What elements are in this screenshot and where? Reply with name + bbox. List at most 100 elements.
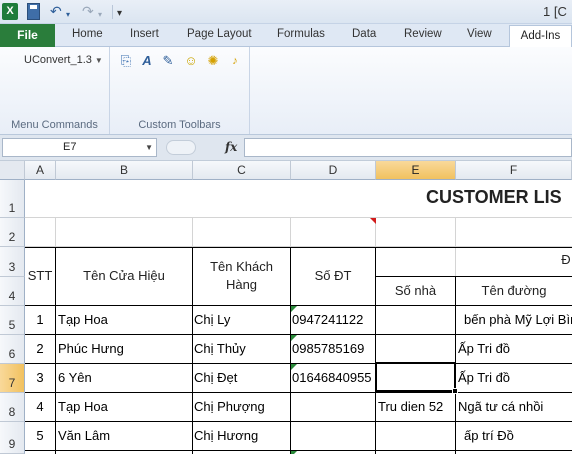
redo-icon[interactable]: ↷ xyxy=(82,2,94,20)
row-header-7[interactable]: 7 xyxy=(0,364,25,393)
cell-customer[interactable]: Chị Thủy xyxy=(194,341,289,356)
cell-street[interactable]: Ấp Tri đồ xyxy=(458,370,572,385)
cell-customer[interactable]: Chị Đẹt xyxy=(194,370,289,385)
cell-shop[interactable]: Phúc Hưng xyxy=(58,341,191,356)
edit-pen-icon[interactable]: ✎ xyxy=(160,53,176,69)
insert-function-icon[interactable]: fx xyxy=(225,140,237,154)
row-number: 1 xyxy=(8,201,16,215)
header-phone[interactable]: Số ĐT xyxy=(291,267,375,285)
cell-shop[interactable]: Văn Lâm xyxy=(58,428,191,443)
undo-icon[interactable]: ↶ xyxy=(50,2,62,20)
row-header-4[interactable]: 4 xyxy=(0,277,25,306)
error-indicator-icon[interactable] xyxy=(291,306,297,312)
excel-logo-icon[interactable]: X xyxy=(2,3,18,20)
tab-file[interactable]: File xyxy=(0,24,55,47)
header-shop-name[interactable]: Tên Cửa Hiệu xyxy=(56,267,192,285)
row-header-2[interactable]: 2 xyxy=(0,218,25,247)
undo-dropdown-icon[interactable]: ▾ xyxy=(66,6,70,24)
cell-phone[interactable]: 0985785169 xyxy=(292,341,375,356)
cell-shop[interactable]: 6 Yên xyxy=(58,370,191,385)
active-cell-selection[interactable] xyxy=(375,362,456,392)
row-header-3[interactable]: 3 xyxy=(0,247,25,277)
header-stt[interactable]: STT xyxy=(25,267,55,285)
cell-phone[interactable]: 0947241122 xyxy=(292,312,375,327)
column-header-a[interactable]: A xyxy=(25,161,56,180)
formula-input[interactable] xyxy=(244,138,572,157)
cell-shop[interactable]: Tạp Hoa xyxy=(58,312,191,327)
copy-format-icon[interactable]: ⎘ xyxy=(118,53,134,69)
lightbulb-icon[interactable]: ✺ xyxy=(205,53,221,69)
ribbon-tabs: File Home Insert Page Layout Formulas Da… xyxy=(0,24,572,48)
smiley-icon[interactable]: ☺ xyxy=(183,53,199,69)
cell-house-number[interactable]: Tru dien 52 xyxy=(378,399,454,414)
redo-dropdown-icon[interactable]: ▾ xyxy=(98,6,102,24)
cell-customer[interactable]: Chị Hương xyxy=(194,428,289,443)
row-header-1[interactable]: 1 xyxy=(0,180,25,218)
cell-stt[interactable]: 2 xyxy=(25,341,55,356)
tab-page-layout[interactable]: Page Layout xyxy=(187,28,252,40)
row-number: 5 xyxy=(8,318,16,332)
cell-stt[interactable]: 4 xyxy=(25,399,55,414)
table-border xyxy=(25,363,572,364)
tab-add-ins[interactable]: Add-Ins xyxy=(509,25,572,48)
row-header-9[interactable]: 9 xyxy=(0,422,25,454)
cell-stt[interactable]: 3 xyxy=(25,370,55,385)
cell-shop[interactable]: Tạp Hoa xyxy=(58,399,191,414)
gridline xyxy=(25,217,572,218)
customize-toolbar-icon[interactable]: ▾ xyxy=(117,5,122,23)
comment-indicator-icon[interactable] xyxy=(370,218,376,224)
group-label-menu-commands: Menu Commands xyxy=(11,119,98,131)
name-box-dropdown-icon[interactable]: ▼ xyxy=(145,139,153,156)
text-style-icon[interactable]: A xyxy=(139,53,155,69)
cell-customer[interactable]: Chị Ly xyxy=(194,312,289,327)
table-border xyxy=(375,276,572,277)
group-label-custom-toolbars: Custom Toolbars xyxy=(138,119,221,131)
bell-icon[interactable]: ♪ xyxy=(227,53,243,69)
save-icon[interactable] xyxy=(27,3,40,20)
tab-formulas[interactable]: Formulas xyxy=(277,28,325,40)
column-header-e[interactable]: E xyxy=(376,161,456,180)
cell-stt[interactable]: 5 xyxy=(25,428,55,443)
toolbar-separator xyxy=(112,5,113,19)
name-box-value: E7 xyxy=(63,141,77,153)
cell-phone[interactable]: 01646840955 xyxy=(292,370,375,385)
tab-insert[interactable]: Insert xyxy=(130,28,159,40)
cell-street[interactable]: bến phà Mỹ Lợi Bìn xyxy=(464,312,572,327)
ribbon-panel: UConvert_1.3 ▼ Menu Commands ⎘ A ✎ ☺ ✺ ♪ … xyxy=(0,47,572,135)
error-indicator-icon[interactable] xyxy=(291,335,297,341)
row-header-5[interactable]: 5 xyxy=(0,306,25,335)
cell-stt[interactable]: 1 xyxy=(25,312,55,327)
table-border xyxy=(25,450,572,451)
tab-view[interactable]: View xyxy=(467,28,492,40)
header-customer-name-line1[interactable]: Tên Khách xyxy=(193,258,290,276)
formula-bar-resize-handle[interactable] xyxy=(166,140,196,155)
select-all-button[interactable] xyxy=(0,161,25,180)
chevron-down-icon: ▼ xyxy=(94,56,103,65)
table-border xyxy=(25,247,572,248)
tab-review[interactable]: Review xyxy=(404,28,442,40)
formula-bar: E7 ▼ fx xyxy=(0,135,572,161)
row-header-8[interactable]: 8 xyxy=(0,393,25,422)
header-street[interactable]: Tên đường xyxy=(456,282,572,300)
cell-customer[interactable]: Chị Phượng xyxy=(194,399,289,414)
error-indicator-icon[interactable] xyxy=(291,364,297,370)
header-address-group[interactable]: Đ xyxy=(560,251,572,269)
column-header-c[interactable]: C xyxy=(193,161,291,180)
tab-home[interactable]: Home xyxy=(72,28,103,40)
column-header-d[interactable]: D xyxy=(291,161,376,180)
row-number: 3 xyxy=(8,260,16,274)
worksheet-grid[interactable]: A B C D E F 1 2 3 4 5 6 7 8 9 CUSTOMER L… xyxy=(0,161,572,454)
name-box[interactable]: E7 ▼ xyxy=(2,138,157,157)
cell-street[interactable]: Ngã tư cá nhồi xyxy=(458,399,572,414)
group-custom-toolbars: ⎘ A ✎ ☺ ✺ ♪ Custom Toolbars xyxy=(110,47,250,134)
fill-handle[interactable] xyxy=(452,388,458,394)
column-header-b[interactable]: B xyxy=(56,161,193,180)
tab-data[interactable]: Data xyxy=(352,28,376,40)
uconvert-menu-button[interactable]: UConvert_1.3 ▼ xyxy=(24,54,103,66)
column-header-f[interactable]: F xyxy=(456,161,572,180)
row-number: 2 xyxy=(8,230,16,244)
header-house-number[interactable]: Số nhà xyxy=(376,282,455,300)
cell-street[interactable]: ấp trí Đồ xyxy=(464,428,572,443)
row-header-6[interactable]: 6 xyxy=(0,335,25,364)
cell-street[interactable]: Ấp Tri đồ xyxy=(458,341,572,356)
